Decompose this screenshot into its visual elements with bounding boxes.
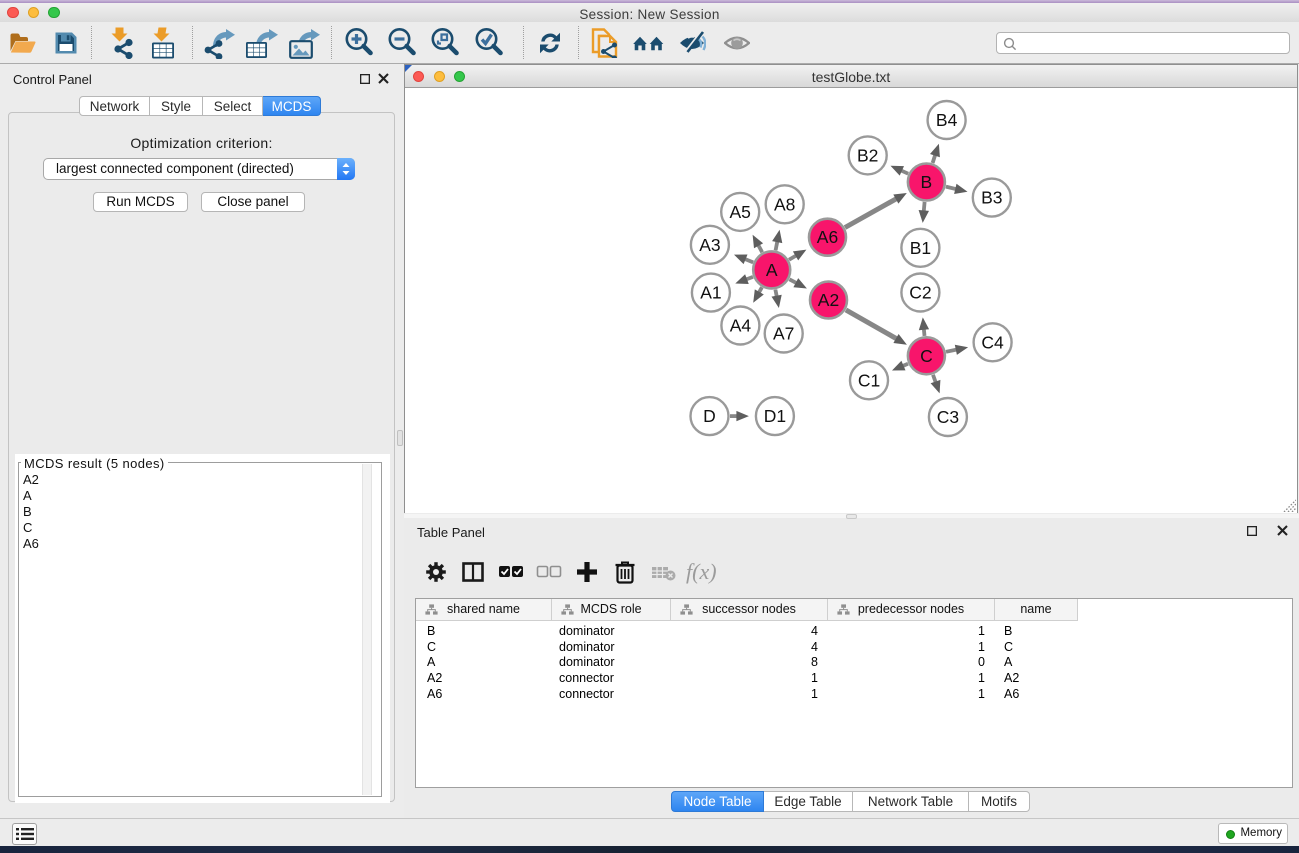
svg-text:C4: C4 (981, 332, 1004, 352)
svg-text:A6: A6 (817, 227, 838, 247)
svg-text:C1: C1 (858, 370, 880, 390)
svg-text:B4: B4 (936, 110, 958, 130)
svg-text:B3: B3 (981, 188, 1002, 208)
svg-text:C2: C2 (909, 283, 931, 303)
svg-text:A7: A7 (773, 324, 794, 344)
svg-text:D: D (703, 406, 716, 426)
svg-text:C3: C3 (937, 407, 959, 427)
svg-text:D1: D1 (764, 406, 786, 426)
svg-text:A3: A3 (699, 235, 720, 255)
svg-text:C: C (920, 346, 933, 366)
svg-text:A2: A2 (818, 290, 839, 310)
svg-text:A4: A4 (730, 316, 752, 336)
svg-text:B1: B1 (910, 238, 931, 258)
svg-text:B2: B2 (857, 145, 878, 165)
svg-text:A: A (766, 260, 778, 280)
svg-text:A1: A1 (700, 283, 721, 303)
svg-text:B: B (921, 172, 933, 192)
svg-text:A5: A5 (729, 202, 750, 222)
svg-text:A8: A8 (774, 194, 795, 214)
